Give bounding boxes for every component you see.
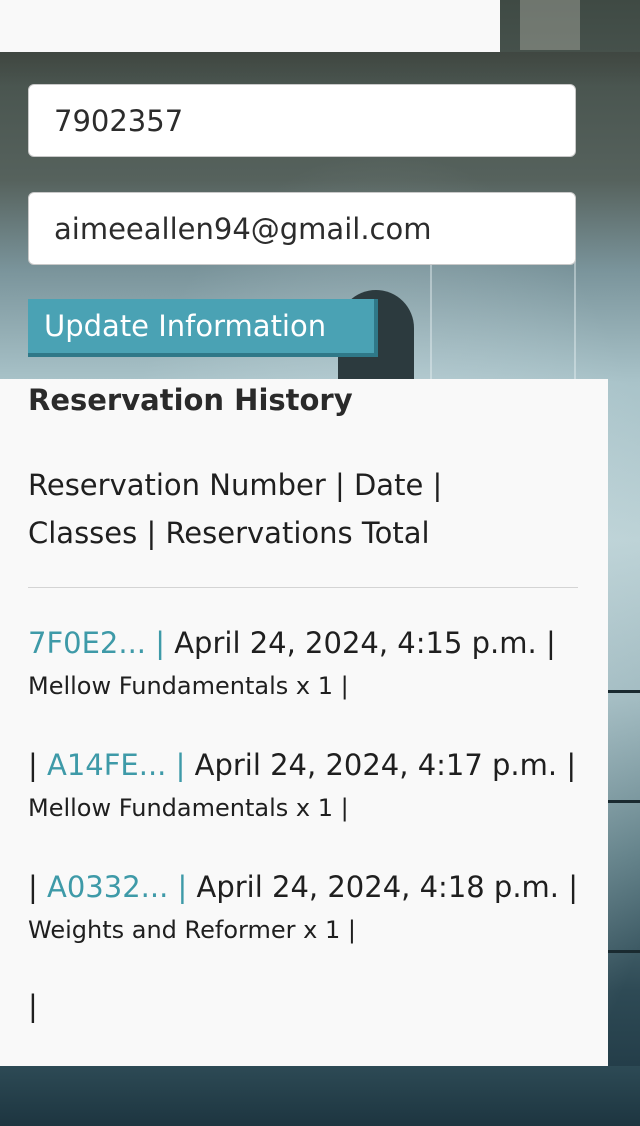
phone-field[interactable] — [28, 84, 576, 157]
page: Update Information Reservation History R… — [0, 0, 640, 1126]
reservation-entry: 7F0E2... | April 24, 2024, 4:15 p.m. | M… — [28, 623, 588, 703]
background-beam — [0, 52, 640, 86]
reservation-date: April 24, 2024, 4:15 p.m. | — [165, 626, 556, 660]
reservation-entry: | A0332... | April 24, 2024, 4:18 p.m. |… — [28, 867, 588, 947]
profile-card-top — [0, 0, 500, 52]
reservation-classes: Mellow Fundamentals x 1 | — [28, 672, 349, 700]
background-rail — [608, 950, 640, 953]
reservation-entry-line: | A14FE... | April 24, 2024, 4:17 p.m. | — [28, 745, 588, 785]
reservation-date: April 24, 2024, 4:17 p.m. | — [185, 748, 577, 782]
background-floor — [0, 1066, 640, 1126]
reservation-number-link[interactable]: A0332... | — [47, 870, 187, 904]
background-pillar — [520, 0, 580, 50]
reservation-history-card: Reservation History Reservation Number |… — [0, 379, 608, 1066]
trailing-separator: | — [28, 989, 38, 1023]
reservation-history-columns: Reservation Number | Date | Classes | Re… — [28, 468, 443, 550]
divider — [28, 587, 578, 588]
reservation-entry: | A14FE... | April 24, 2024, 4:17 p.m. |… — [28, 745, 588, 825]
reservation-entry-line: | A0332... | April 24, 2024, 4:18 p.m. | — [28, 867, 588, 907]
reservation-history-title: Reservation History — [28, 383, 353, 417]
reservation-classes: Mellow Fundamentals x 1 | — [28, 794, 349, 822]
background-rail — [608, 690, 640, 693]
reservation-classes: Weights and Reformer x 1 | — [28, 916, 356, 944]
update-information-button[interactable]: Update Information — [28, 299, 378, 357]
reservation-date: April 24, 2024, 4:18 p.m. | — [187, 870, 579, 904]
entry-prefix: | — [28, 748, 47, 782]
reservation-entry-line: 7F0E2... | April 24, 2024, 4:15 p.m. | — [28, 623, 588, 663]
email-field[interactable] — [28, 192, 576, 265]
entry-prefix: | — [28, 870, 47, 904]
reservation-number-link[interactable]: 7F0E2... | — [28, 626, 165, 660]
reservation-number-link[interactable]: A14FE... | — [47, 748, 185, 782]
background-rail — [608, 800, 640, 803]
